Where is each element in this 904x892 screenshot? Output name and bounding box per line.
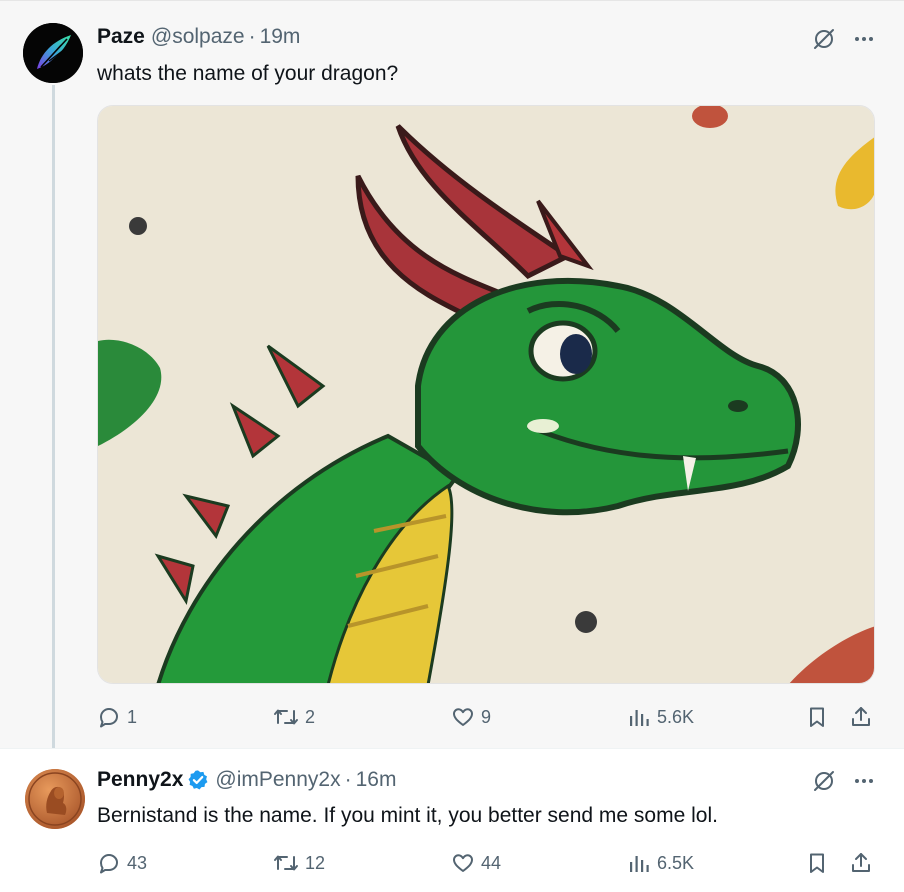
more-icon[interactable] [852, 27, 876, 51]
reply-count: 1 [127, 706, 138, 727]
tweet-text: Bernistand is the name. If you mint it, … [97, 804, 718, 827]
bookmark-icon [805, 851, 829, 875]
share-button[interactable] [849, 848, 873, 878]
tweet-paze[interactable]: Paze @solpaze · 19m whats the name of yo… [0, 0, 904, 765]
tweet-action-bar: 43 12 44 6.5K [97, 848, 879, 878]
avatar-paze[interactable] [23, 23, 83, 83]
tweet-penny2x[interactable]: Penny2x @imPenny2x · 16m Bernistand is t… [0, 748, 904, 892]
views-button[interactable]: 6.5K [627, 848, 694, 878]
share-icon [849, 705, 873, 729]
views-button[interactable]: 5.6K [627, 702, 694, 732]
separator-dot: · [344, 768, 352, 791]
retweet-button[interactable]: 12 [273, 848, 325, 878]
bookmark-button[interactable] [805, 702, 829, 732]
views-icon [627, 851, 651, 875]
like-button[interactable]: 9 [451, 702, 491, 732]
tweet-timestamp[interactable]: 19m [260, 25, 301, 49]
author-name[interactable]: Paze [97, 25, 145, 49]
author-name[interactable]: Penny2x [97, 768, 183, 792]
more-icon[interactable] [852, 769, 876, 793]
tweet-header: Paze @solpaze · 19m [97, 25, 300, 49]
tweet-image-dragon[interactable] [97, 105, 875, 684]
tweet-timestamp[interactable]: 16m [356, 768, 397, 792]
reply-button[interactable]: 43 [97, 848, 147, 878]
share-button[interactable] [849, 702, 873, 732]
like-icon [451, 705, 475, 729]
retweet-button[interactable]: 2 [273, 702, 315, 732]
tweet-header: Penny2x @imPenny2x · 16m [97, 768, 396, 792]
grok-icon[interactable] [812, 769, 836, 793]
like-icon [451, 851, 475, 875]
tweet-text: whats the name of your dragon? [97, 62, 399, 85]
thread-connector-line [52, 85, 55, 765]
share-icon [849, 851, 873, 875]
views-count: 5.6K [657, 706, 695, 727]
retweet-count: 2 [305, 706, 316, 727]
like-button[interactable]: 44 [451, 848, 501, 878]
retweet-icon [273, 851, 299, 875]
verified-badge-icon [187, 769, 209, 791]
tweet-top-actions [812, 769, 876, 793]
views-count: 6.5K [657, 852, 695, 873]
retweet-count: 12 [305, 852, 326, 873]
reply-button[interactable]: 1 [97, 702, 137, 732]
reply-icon [97, 705, 121, 729]
views-icon [627, 705, 651, 729]
reply-count: 43 [127, 852, 148, 873]
tweet-top-actions [812, 27, 876, 51]
bookmark-icon [805, 705, 829, 729]
like-count: 9 [481, 706, 492, 727]
reply-icon [97, 851, 121, 875]
author-handle[interactable]: @solpaze [151, 25, 245, 49]
tweet-action-bar: 1 2 9 5.6K [97, 702, 879, 732]
grok-icon[interactable] [812, 27, 836, 51]
author-handle[interactable]: @imPenny2x [215, 768, 340, 792]
like-count: 44 [481, 852, 502, 873]
avatar-penny2x[interactable] [25, 769, 85, 829]
separator-dot: · [248, 25, 256, 48]
retweet-icon [273, 705, 299, 729]
bookmark-button[interactable] [805, 848, 829, 878]
